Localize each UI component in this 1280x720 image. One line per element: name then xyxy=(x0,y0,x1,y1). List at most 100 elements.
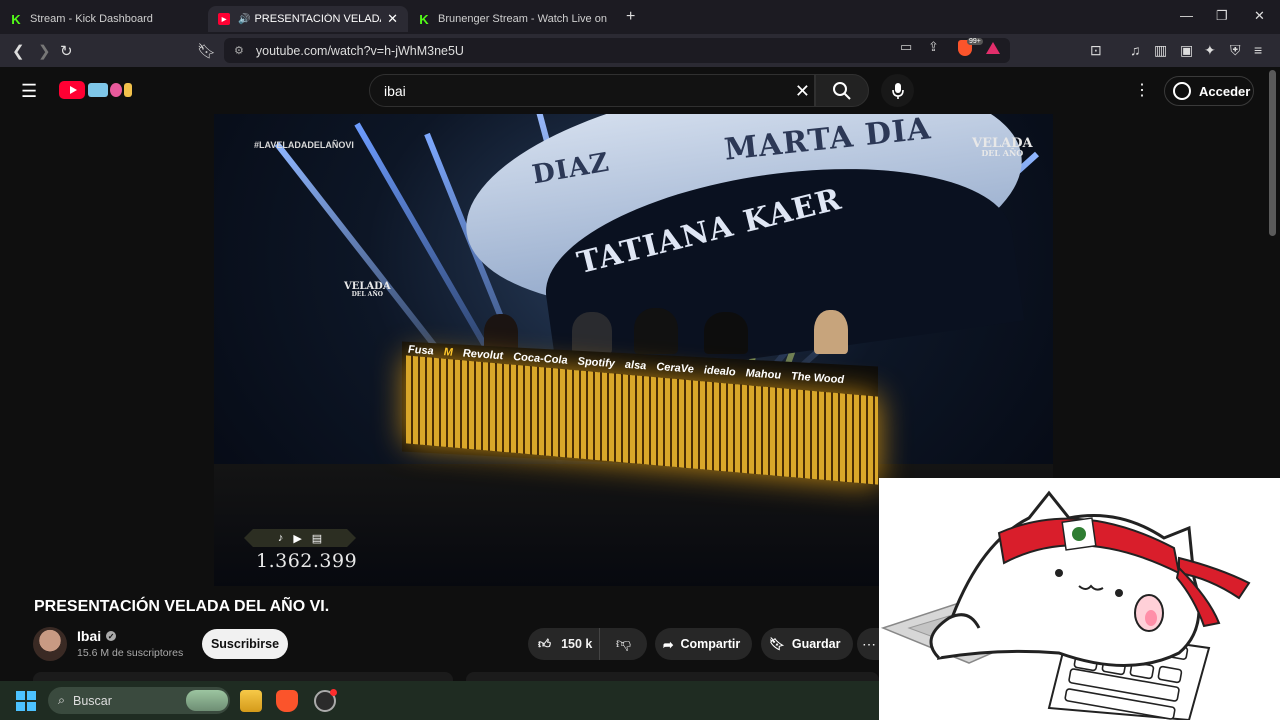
close-window-button[interactable]: ✕ xyxy=(1254,8,1265,24)
sponsor-logo: M xyxy=(443,346,453,359)
channel-name[interactable]: Ibai ✓ xyxy=(77,628,117,644)
reload-icon[interactable]: ↻ xyxy=(60,42,73,60)
vpn-icon[interactable]: ⛨ xyxy=(1230,42,1241,59)
search-input[interactable]: ibai ✕ xyxy=(369,74,815,107)
thumbs-down-icon: 👎︎ xyxy=(615,635,632,652)
back-icon[interactable]: ❮ xyxy=(12,42,25,60)
share-button[interactable]: ➦ Compartir xyxy=(655,628,753,660)
search-button[interactable] xyxy=(815,74,869,107)
sponsor-logo: Revolut xyxy=(462,347,504,363)
account-icon xyxy=(1173,82,1191,100)
subscriber-count: 15.6 M de suscriptores xyxy=(77,647,184,659)
file-explorer-icon[interactable] xyxy=(240,690,262,712)
brave-browser-icon[interactable] xyxy=(276,690,298,712)
wallet-icon[interactable]: ▣ xyxy=(1180,42,1193,59)
sponsor-logo: Coca-Cola xyxy=(513,350,568,367)
reader-icon[interactable]: ⊡ xyxy=(1090,42,1102,59)
youtube-icon: ▶ xyxy=(293,532,302,545)
tab-title: PRESENTACIÓN VELADA DEL AÑO VI. xyxy=(254,13,381,25)
url-text: youtube.com/watch?v=h-jWhM3ne5U xyxy=(255,43,464,58)
stream-overlay-cat xyxy=(879,478,1280,720)
tab-title: Stream - Kick Dashboard xyxy=(30,13,153,25)
channel-name-text: Ibai xyxy=(77,628,102,644)
share-label: Compartir xyxy=(680,637,741,651)
search-value: ibai xyxy=(384,82,406,99)
presenter xyxy=(634,308,678,354)
search-icon xyxy=(833,81,851,100)
youtube-logo[interactable] xyxy=(59,81,85,99)
browser-tab-bar: K Stream - Kick Dashboard ▶ 🔊 PRESENTACI… xyxy=(0,0,1280,34)
browser-toolbar: ❮ ❯ ↻ 🔖︎ ⚙ youtube.com/watch?v=h-jWhM3ne… xyxy=(0,34,1280,67)
youtube-doodle[interactable] xyxy=(88,79,136,101)
velada-logo: VELADA DEL AÑO xyxy=(972,137,1033,159)
youtube-icon: ▶ xyxy=(218,13,230,25)
like-button[interactable]: 👍︎ 150 k xyxy=(528,628,600,660)
tiktok-icon: ♪ xyxy=(277,532,284,544)
notification-dot xyxy=(330,689,337,696)
more-options-icon[interactable]: ⋮ xyxy=(1134,80,1150,100)
logo-text: DEL AÑO xyxy=(351,290,384,298)
sign-in-button[interactable]: Acceder xyxy=(1164,76,1254,106)
taskbar-search[interactable]: ⌕ Buscar xyxy=(48,687,230,714)
like-count: 150 k xyxy=(561,637,593,651)
bongo-cat-illustration xyxy=(879,478,1280,720)
sponsor-logo: Fusa xyxy=(408,343,434,358)
minimize-button[interactable]: — xyxy=(1180,8,1193,23)
youtube-header: ☰ ibai ✕ ⋮ Acceder xyxy=(0,67,1280,114)
sponsor-logo: The Wood xyxy=(791,370,845,387)
thumbs-up-icon: 👍︎ xyxy=(538,636,552,651)
taskbar-search-placeholder: Buscar xyxy=(73,693,112,708)
kick-icon: K xyxy=(10,11,22,27)
video-hashtag: #LAVELADADELAÑOVI xyxy=(254,140,354,150)
voice-search-button[interactable] xyxy=(881,74,914,107)
sidebar-icon[interactable]: ▥ xyxy=(1154,42,1167,59)
twitch-icon: ▤ xyxy=(311,532,323,545)
address-bar[interactable]: ⚙ youtube.com/watch?v=h-jWhM3ne5U xyxy=(224,38,1010,63)
presenter xyxy=(704,312,748,354)
hamburger-menu-icon[interactable]: ☰ xyxy=(21,81,37,102)
tab-kick-dashboard[interactable]: K Stream - Kick Dashboard xyxy=(0,6,208,32)
save-label: Guardar xyxy=(791,637,841,651)
site-info-icon[interactable]: ⚙ xyxy=(234,44,244,57)
save-button[interactable]: 🔖︎ Guardar xyxy=(761,628,853,660)
dislike-button[interactable]: 👎︎ xyxy=(600,635,647,653)
kick-icon: K xyxy=(418,11,430,27)
leo-ai-icon[interactable]: ✦ xyxy=(1204,42,1216,59)
music-icon[interactable]: ♫ xyxy=(1130,42,1141,58)
tab-youtube-active[interactable]: ▶ 🔊 PRESENTACIÓN VELADA DEL AÑO VI. ✕ xyxy=(208,6,408,32)
search-highlight-image xyxy=(186,690,228,711)
forward-icon[interactable]: ❯ xyxy=(38,42,51,60)
video-title: PRESENTACIÓN VELADA DEL AÑO VI. xyxy=(34,598,330,615)
share-arrow-icon: ➦ xyxy=(663,637,674,652)
windows-start-icon[interactable] xyxy=(16,691,36,711)
bookmark-icon[interactable]: 🔖︎ xyxy=(197,42,216,60)
speaker-icon[interactable]: 🔊 xyxy=(238,14,250,25)
share-icon[interactable]: ⇪ xyxy=(928,39,939,55)
browser-menu-icon[interactable]: ≡ xyxy=(1254,42,1262,58)
subscribe-button[interactable]: Suscribirse xyxy=(202,629,288,659)
search-icon: ⌕ xyxy=(58,693,66,707)
channel-avatar[interactable] xyxy=(33,627,67,661)
presenter xyxy=(814,310,848,354)
tab-brunenger-stream[interactable]: K Brunenger Stream - Watch Live on Kick xyxy=(408,6,618,32)
sponsor-logo: Mahou xyxy=(745,367,782,382)
page-scrollbar[interactable] xyxy=(1269,70,1276,236)
tab-title: Brunenger Stream - Watch Live on Kick xyxy=(438,13,608,25)
close-tab-icon[interactable]: ✕ xyxy=(387,11,398,27)
cast-icon[interactable]: ▭ xyxy=(900,39,912,55)
sponsor-logo: CeraVe xyxy=(656,361,694,376)
clear-search-icon[interactable]: ✕ xyxy=(795,81,810,102)
sponsor-logo: alsa xyxy=(624,358,647,373)
new-tab-button[interactable]: + xyxy=(626,8,635,26)
like-dislike-group: 👍︎ 150 k 👎︎ xyxy=(528,628,647,660)
bookmark-icon: 🔖︎ xyxy=(769,636,785,651)
brave-rewards-icon[interactable] xyxy=(986,42,1000,54)
logo-text: DEL AÑO xyxy=(981,148,1024,159)
restore-button[interactable]: ❐ xyxy=(1216,8,1228,24)
viewer-counter: 1.362.399 xyxy=(256,550,358,572)
sponsor-logo: idealo xyxy=(703,364,736,379)
sponsor-logo: Spotify xyxy=(577,355,615,371)
microphone-icon xyxy=(891,82,904,99)
windows-taskbar: ⌕ Buscar xyxy=(0,681,879,720)
more-actions-button[interactable]: ⋯ xyxy=(857,628,881,660)
